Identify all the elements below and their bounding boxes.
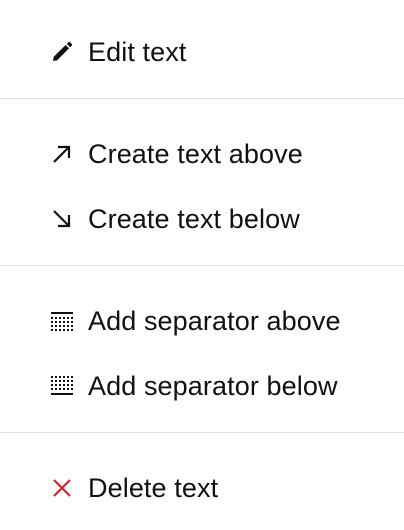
arrow-up-right-icon: [50, 142, 74, 166]
menu-item-add-separator-above[interactable]: Add separator above: [0, 298, 404, 344]
menu-item-label: Create text below: [88, 204, 300, 234]
close-icon: [50, 476, 74, 500]
menu-item-label: Add separator above: [88, 306, 341, 336]
menu-item-create-text-below[interactable]: Create text below: [0, 196, 404, 242]
menu-item-label: Edit text: [88, 37, 187, 67]
menu-item-create-text-above[interactable]: Create text above: [0, 131, 404, 177]
menu-item-delete-text[interactable]: Delete text: [0, 465, 404, 511]
context-menu: Edit text Create text above Create text …: [0, 0, 404, 530]
menu-item-label: Create text above: [88, 139, 303, 169]
menu-divider: [0, 265, 404, 266]
separator-below-icon: [50, 374, 74, 398]
separator-above-icon: [50, 309, 74, 333]
menu-divider: [0, 98, 404, 99]
menu-item-edit-text[interactable]: Edit text: [0, 29, 404, 75]
menu-divider: [0, 432, 404, 433]
arrow-down-right-icon: [50, 207, 74, 231]
menu-item-add-separator-below[interactable]: Add separator below: [0, 363, 404, 409]
pencil-icon: [50, 40, 74, 64]
menu-item-label: Add separator below: [88, 371, 338, 401]
menu-item-label: Delete text: [88, 473, 219, 503]
